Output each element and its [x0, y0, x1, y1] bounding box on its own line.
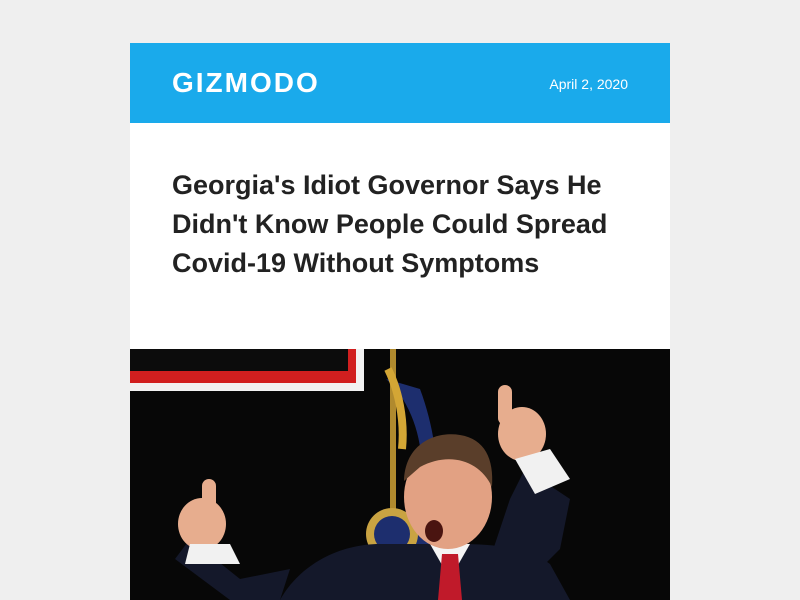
publish-date: April 2, 2020 — [549, 76, 628, 92]
article-photo[interactable] — [130, 349, 670, 600]
header-bar: GIZMODO April 2, 2020 — [130, 43, 670, 123]
article-headline[interactable]: Georgia's Idiot Governor Says He Didn't … — [172, 166, 622, 283]
photo-illustration — [130, 349, 670, 600]
gizmodo-logo[interactable]: GIZMODO — [172, 67, 320, 99]
email-card: GIZMODO April 2, 2020 Georgia's Idiot Go… — [130, 43, 670, 600]
